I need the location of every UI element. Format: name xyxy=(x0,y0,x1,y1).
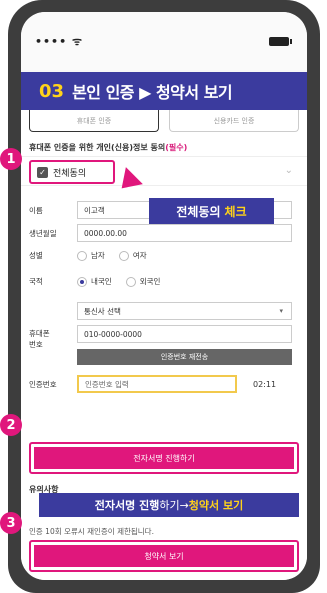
required-tag: (필수) xyxy=(165,143,188,152)
radio-domestic-label: 내국인 xyxy=(91,277,112,286)
all-agree-row: ✓ 전체동의 ⌄ xyxy=(21,156,307,186)
notice-text: 인증 10회 오류시 재인증이 제한됩니다. xyxy=(29,527,154,536)
phone-label-line1: 휴대폰 xyxy=(29,329,50,338)
birth-input[interactable]: 0000.00.00 xyxy=(77,224,292,242)
radio-female[interactable]: 여자 xyxy=(118,250,147,261)
radio-domestic[interactable]: 내국인 xyxy=(77,276,112,287)
auth-code-input[interactable]: 인증번호 입력 xyxy=(77,375,237,393)
step-badge-3: 3 xyxy=(0,512,22,534)
birth-label: 생년월일 xyxy=(29,228,57,238)
resend-button[interactable]: 인증번호 재전송 xyxy=(77,349,292,365)
chevron-down-icon[interactable]: ⌄ xyxy=(285,165,293,176)
gender-label: 성별 xyxy=(29,251,43,260)
radio-icon xyxy=(118,250,129,261)
phone-input[interactable]: 010-0000-0000 xyxy=(77,325,292,343)
radio-icon xyxy=(77,250,87,261)
auth-method-tabs: 휴대폰 인증 신용카드 인증 xyxy=(29,110,299,132)
callout-sign-rest: 하기→ xyxy=(159,499,189,512)
check-icon: ✓ xyxy=(37,166,48,178)
page-title: 본인 인증 ▶ 청약서 보기 xyxy=(72,83,233,102)
dropdown-arrow-icon: ▾ xyxy=(279,307,283,315)
auth-label: 인증번호 xyxy=(29,379,57,389)
check-guide-callout: 전체동의 체크 xyxy=(149,198,274,224)
phone-frame: •••• ᯤ 03 본인 인증 ▶ 청약서 보기 휴대폰 인증 신용카드 인증 … xyxy=(8,0,320,593)
all-agree-checkbox[interactable]: ✓ 전체동의 xyxy=(29,160,115,184)
phone-label-line2: 번호 xyxy=(29,340,43,349)
consent-heading: 휴대폰 인증을 위한 개인(신용)정보 동의(필수) xyxy=(29,142,187,153)
phone-fields: 통신사 선택 ▾ 010-0000-0000 xyxy=(77,302,292,343)
consent-title-text: 휴대폰 인증을 위한 개인(신용)정보 동의 xyxy=(29,143,166,152)
radio-male[interactable]: 남자 xyxy=(77,250,105,261)
radio-icon xyxy=(125,276,136,287)
view-terms-button[interactable]: 청약서 보기 xyxy=(34,545,294,567)
guide-page: •••• ᯤ 03 본인 인증 ▶ 청약서 보기 휴대폰 인증 신용카드 인증 … xyxy=(0,0,327,593)
radio-foreign-label: 외국인 xyxy=(139,277,161,286)
signal-wifi-icon: •••• ᯤ xyxy=(35,35,83,48)
status-bar: •••• ᯤ xyxy=(21,12,307,70)
e-sign-button[interactable]: 전자서명 진행하기 xyxy=(34,447,294,469)
phone-row: 휴대폰 번호 통신사 선택 ▾ 010-0000-0000 xyxy=(21,302,307,350)
callout-sign-bold: 전자서명 진행 xyxy=(94,499,160,512)
nationality-row: 국적 내국인 외국인 xyxy=(21,276,307,287)
step-number: 03 xyxy=(39,80,65,102)
radio-foreign[interactable]: 외국인 xyxy=(125,276,161,287)
radio-female-label: 여자 xyxy=(132,251,147,260)
sign-guide-callout: 전자서명 진행 하기→ 청약서 보기 xyxy=(39,493,299,517)
battery-icon xyxy=(269,37,292,46)
name-label: 이름 xyxy=(29,205,43,215)
tab-card-auth[interactable]: 신용카드 인증 xyxy=(169,110,299,132)
radio-male-label: 남자 xyxy=(91,251,105,260)
step-badge-1: 1 xyxy=(0,148,22,170)
carrier-select[interactable]: 통신사 선택 ▾ xyxy=(77,302,292,320)
phone-screen: •••• ᯤ 03 본인 인증 ▶ 청약서 보기 휴대폰 인증 신용카드 인증 … xyxy=(21,12,307,580)
auth-content: 휴대폰 인증 신용카드 인증 휴대폰 인증을 위한 개인(신용)정보 동의(필수… xyxy=(21,110,307,580)
carrier-value: 통신사 선택 xyxy=(84,306,121,316)
birth-row: 생년월일 0000.00.00 xyxy=(21,224,307,242)
terms-button-highlight: 청약서 보기 xyxy=(29,540,299,572)
sign-button-highlight: 전자서명 진행하기 xyxy=(29,442,299,474)
all-agree-label: 전체동의 xyxy=(53,168,87,179)
auth-code-row: 인증번호 인증번호 입력 02:11 xyxy=(21,375,307,393)
tab-phone-auth[interactable]: 휴대폰 인증 xyxy=(29,110,159,132)
step-badge-2: 2 xyxy=(0,414,22,436)
auth-timer: 02:11 xyxy=(253,379,277,389)
callout-sign-highlight: 청약서 보기 xyxy=(188,499,244,512)
phone-label: 휴대폰 번호 xyxy=(21,302,77,350)
callout-check-highlight: 체크 xyxy=(224,204,247,219)
gender-row: 성별 남자 여자 xyxy=(21,250,307,261)
guide-title-bar: 03 본인 인증 ▶ 청약서 보기 xyxy=(21,72,307,110)
callout-check-text: 전체동의 xyxy=(176,204,221,219)
radio-selected-icon xyxy=(77,276,87,287)
nationality-label: 국적 xyxy=(29,277,43,286)
